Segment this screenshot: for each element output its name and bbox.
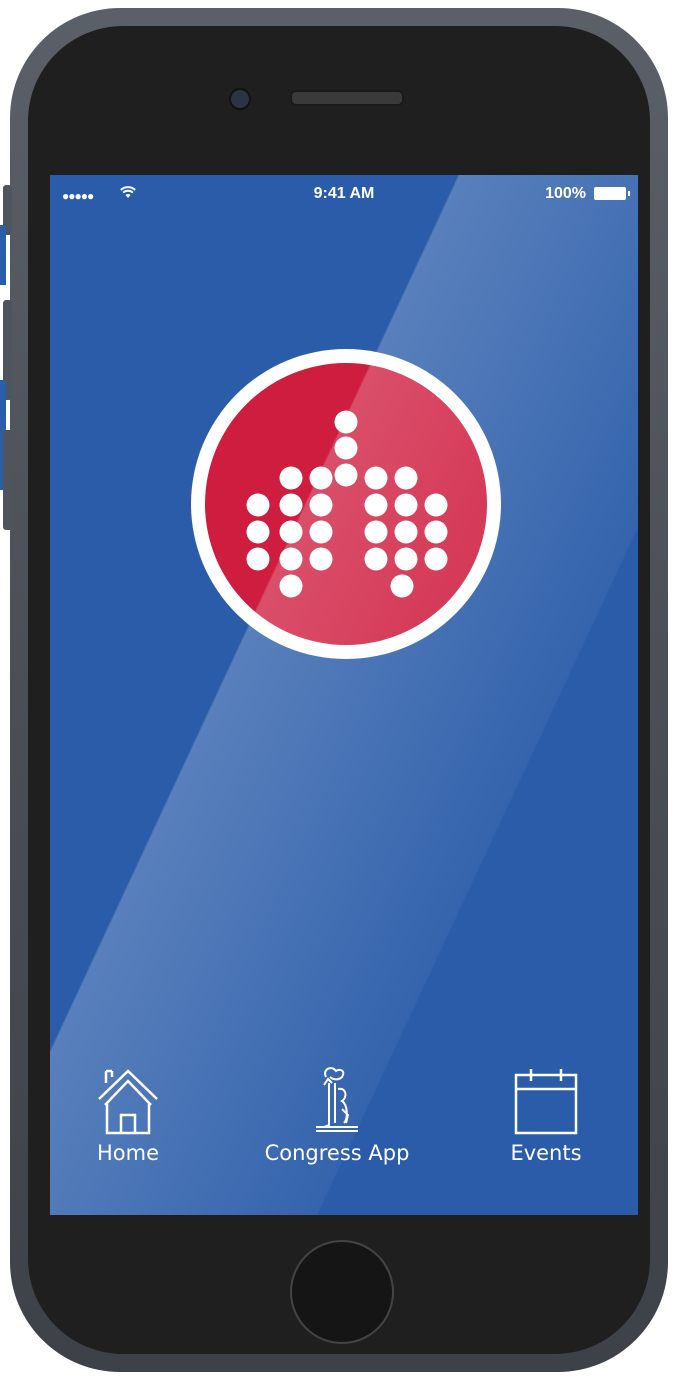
status-bar: ●●●●● 9:41 AM 100% — [50, 175, 638, 213]
tab-bar: Home Congress App Events — [50, 1065, 638, 1175]
front-camera — [229, 88, 251, 110]
side-accent — [0, 225, 6, 285]
volume-down-button — [3, 430, 12, 530]
tab-home[interactable]: Home — [50, 1065, 228, 1165]
earpiece-speaker — [290, 90, 404, 106]
tab-congress-app[interactable]: Congress App — [237, 1065, 437, 1165]
home-icon — [98, 1069, 158, 1135]
congress-statue-icon — [316, 1067, 358, 1132]
screen-glare — [50, 175, 638, 1215]
home-hardware-button[interactable] — [290, 1240, 394, 1344]
battery-percentage: 100% — [545, 185, 586, 202]
battery-icon — [594, 187, 630, 200]
tab-events-label: Events — [510, 1141, 582, 1165]
app-screen: ●●●●● 9:41 AM 100% Home Congress App Eve… — [50, 175, 638, 1215]
lungs-dots-icon — [191, 349, 501, 659]
tab-events[interactable]: Events — [446, 1065, 638, 1165]
tab-home-label: Home — [96, 1141, 159, 1165]
calendar-icon — [514, 1069, 578, 1135]
tab-congress-app-label: Congress App — [264, 1141, 410, 1165]
